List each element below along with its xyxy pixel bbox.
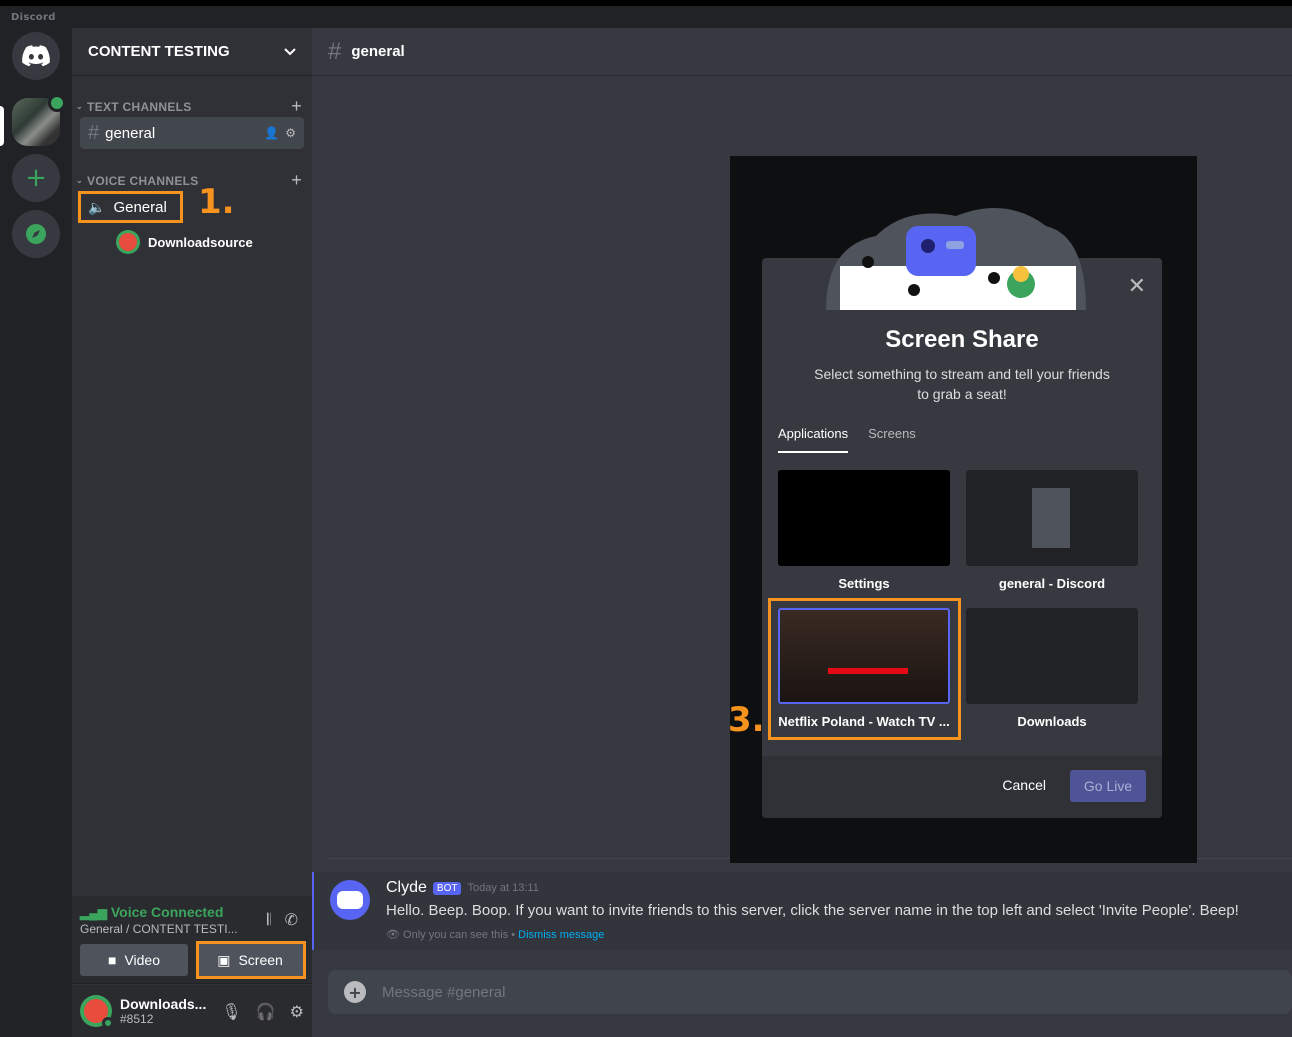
- source-thumbnail: [966, 470, 1138, 566]
- clyde-avatar[interactable]: [330, 880, 370, 920]
- highlight-box-2: [196, 941, 306, 979]
- step-3-label: 3.: [728, 700, 765, 740]
- title-bar: Discord: [0, 0, 1292, 28]
- category-label: VOICE CHANNELS: [87, 173, 199, 188]
- modal-description: Select something to stream and tell your…: [814, 366, 1110, 402]
- go-live-button[interactable]: Go Live: [1070, 770, 1146, 802]
- create-channel-icon[interactable]: +: [291, 96, 302, 117]
- signal-icon: ▂▄▆: [80, 906, 107, 920]
- channel-label: general: [105, 124, 156, 142]
- cancel-button[interactable]: Cancel: [1002, 777, 1046, 793]
- source-tile-discord[interactable]: general - Discord: [966, 470, 1138, 591]
- explore-servers-button[interactable]: [12, 210, 60, 258]
- user-avatar: [116, 230, 140, 254]
- message-input[interactable]: Message #general: [382, 984, 505, 1001]
- app-title: Discord: [11, 12, 56, 23]
- message-author[interactable]: Clyde: [386, 879, 427, 897]
- camera-icon: ■: [107, 952, 117, 968]
- selected-server-pill: [0, 106, 4, 146]
- channel-sidebar: CONTENT TESTING ⌄ TEXT CHANNELS + # gene…: [72, 28, 353, 1037]
- close-icon[interactable]: ✕: [1128, 274, 1146, 299]
- voice-channels-category[interactable]: ⌄ VOICE CHANNELS +: [76, 170, 302, 191]
- voice-connection-panel: ▂▄▆ Voice Connected General / CONTENT TE…: [72, 896, 312, 984]
- add-attachment-icon[interactable]: +: [344, 981, 366, 1003]
- server-icon-content-testing[interactable]: [12, 94, 66, 146]
- hash-icon: #: [88, 121, 100, 144]
- headphones-icon[interactable]: 🎧: [256, 1002, 276, 1021]
- caret-down-icon: ⌄: [76, 176, 84, 185]
- source-tabs: Applications Screens: [778, 426, 916, 453]
- compass-icon: [26, 224, 46, 244]
- source-label: general - Discord: [998, 576, 1106, 591]
- online-status-icon: [102, 1017, 114, 1029]
- noise-suppression-icon[interactable]: 𝄃: [267, 910, 271, 930]
- voice-location: General / CONTENT TESTI...: [80, 922, 238, 936]
- gear-icon[interactable]: ⚙: [285, 126, 296, 140]
- source-tile-settings[interactable]: Settings: [778, 470, 950, 591]
- message: Clyde BOT Today at 13:11 Hello. Beep. Bo…: [312, 872, 1292, 950]
- source-thumbnail: [966, 608, 1138, 704]
- username: Downloads...: [120, 996, 207, 1012]
- category-label: TEXT CHANNELS: [87, 99, 192, 114]
- highlight-box-3: [768, 598, 961, 740]
- modal-footer: Cancel Go Live: [762, 756, 1162, 818]
- eye-icon: 👁: [386, 929, 400, 941]
- hash-icon: #: [328, 37, 342, 65]
- step-1-label: 1.: [198, 182, 235, 222]
- disconnect-icon[interactable]: ✆: [285, 910, 298, 930]
- tab-screens[interactable]: Screens: [868, 426, 916, 453]
- voice-status: ▂▄▆ Voice Connected: [80, 904, 224, 920]
- tab-applications[interactable]: Applications: [778, 426, 849, 453]
- chevron-down-icon: [284, 47, 296, 55]
- channel-general-text[interactable]: # general 👤 ⚙: [80, 117, 304, 149]
- guild-name: CONTENT TESTING: [88, 43, 230, 60]
- message-body: Hello. Beep. Boop. If you want to invite…: [386, 902, 1239, 919]
- ephemeral-note: 👁 Only you can see this • Dismiss messag…: [386, 929, 605, 941]
- invite-icon[interactable]: 👤: [264, 126, 279, 140]
- source-tile-downloads[interactable]: Downloads: [966, 608, 1138, 729]
- text-channels-category[interactable]: ⌄ TEXT CHANNELS +: [76, 96, 302, 117]
- caret-down-icon: ⌄: [76, 102, 84, 111]
- message-timestamp: Today at 13:11: [467, 882, 539, 894]
- home-button[interactable]: [12, 32, 60, 80]
- plus-icon: +: [25, 163, 47, 193]
- voice-member-name: Downloadsource: [148, 234, 253, 250]
- voice-active-badge-icon: [48, 94, 66, 112]
- message-composer[interactable]: + Message #general: [328, 970, 1292, 1014]
- user-tag: #8512: [120, 1012, 154, 1026]
- discord-logo-icon: [22, 45, 50, 67]
- guild-header[interactable]: CONTENT TESTING: [72, 28, 312, 76]
- source-label: Downloads: [1017, 714, 1087, 729]
- user-panel: Downloads... #8512 🎙 🎧 ⚙: [72, 985, 312, 1037]
- gear-icon[interactable]: ⚙: [290, 1002, 304, 1021]
- server-rail: +: [0, 28, 72, 1037]
- channel-header: # general: [312, 28, 1292, 76]
- voice-member[interactable]: Downloadsource: [116, 230, 253, 254]
- user-avatar[interactable]: [80, 995, 114, 1029]
- source-thumbnail: [778, 470, 950, 566]
- microphone-icon[interactable]: 🎙: [221, 1002, 241, 1021]
- screen-share-illustration: [826, 208, 1086, 310]
- bot-badge: BOT: [432, 881, 462, 895]
- create-channel-icon[interactable]: +: [291, 170, 302, 191]
- channel-title: general: [351, 43, 405, 60]
- source-label: Settings: [838, 576, 890, 591]
- dismiss-message-link[interactable]: Dismiss message: [518, 929, 604, 941]
- highlight-box-1: [78, 191, 183, 223]
- modal-title: Screen Share: [885, 326, 1039, 353]
- video-button[interactable]: ■ Video: [80, 944, 188, 976]
- add-server-button[interactable]: +: [12, 154, 60, 202]
